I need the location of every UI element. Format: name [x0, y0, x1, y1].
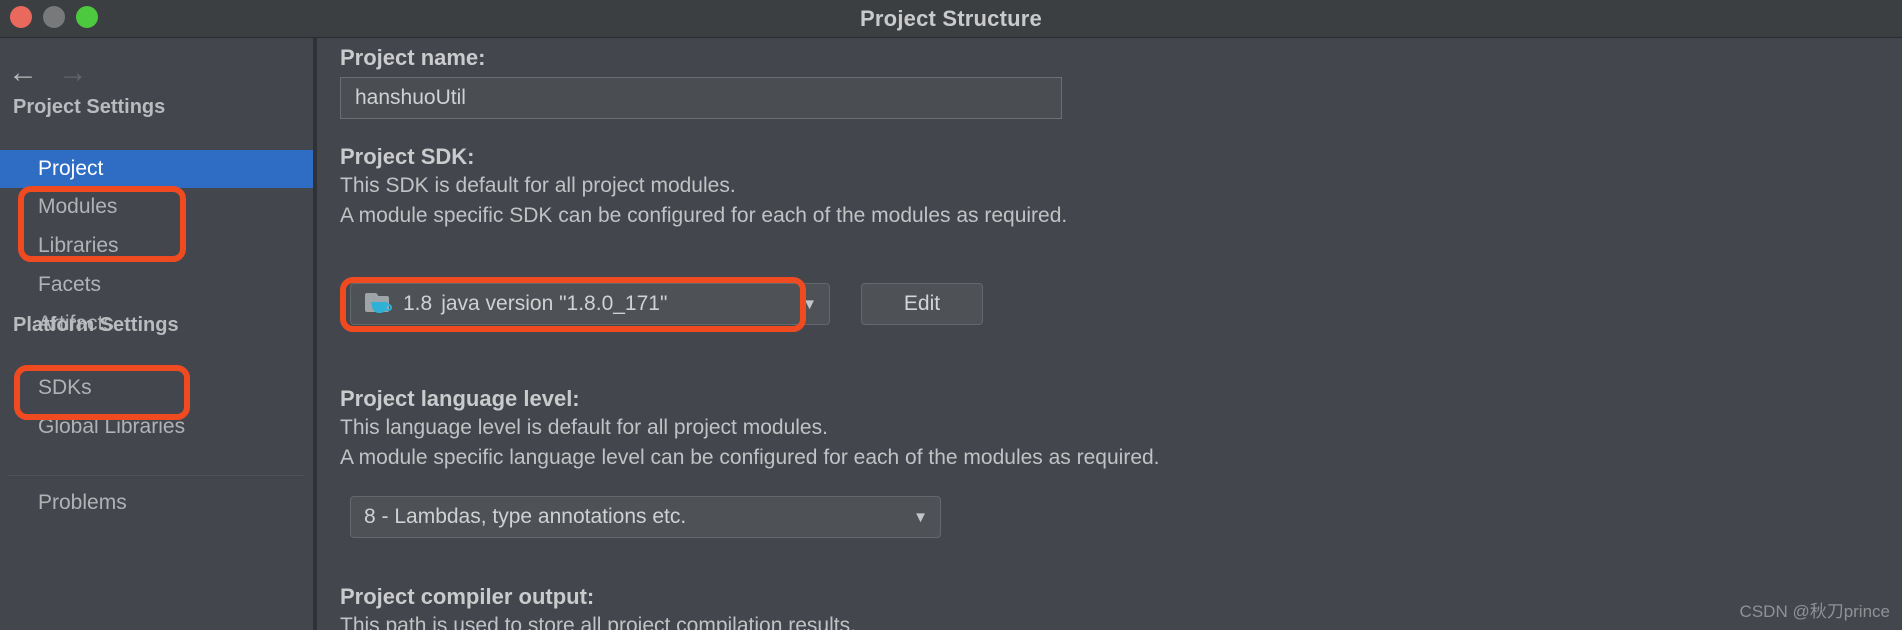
- sidebar-item-problems[interactable]: Problems: [0, 484, 313, 522]
- compiler-output-desc-line1: This path is used to store all project c…: [340, 614, 856, 630]
- back-arrow-icon[interactable]: ←: [6, 56, 40, 90]
- sidebar-item-sdks[interactable]: SDKs: [0, 369, 313, 407]
- sidebar-divider: [8, 475, 304, 476]
- project-settings-panel: Project name: hanshuoUtil Project SDK: T…: [317, 38, 1902, 630]
- project-compiler-output-label: Project compiler output:: [340, 584, 595, 609]
- language-level-desc-line2: A module specific language level can be …: [340, 446, 1160, 469]
- project-sdk-desc-line2: A module specific SDK can be configured …: [340, 204, 1068, 227]
- sidebar-item-libraries[interactable]: Libraries: [0, 227, 313, 265]
- project-language-level-label: Project language level:: [340, 386, 580, 411]
- forward-arrow-icon[interactable]: →: [56, 56, 90, 90]
- project-name-label: Project name:: [340, 45, 486, 70]
- title-bar: Project Structure: [0, 0, 1902, 38]
- edit-sdk-button[interactable]: Edit: [861, 283, 983, 325]
- project-sdk-label: Project SDK:: [340, 144, 475, 169]
- sidebar-item-global-libraries[interactable]: Global Libraries: [0, 408, 313, 446]
- chevron-down-icon[interactable]: ▼: [913, 510, 928, 525]
- project-sdk-selected-detail: java version "1.8.0_171": [441, 292, 668, 315]
- project-sdk-dropdown[interactable]: 1.8 java version "1.8.0_171" ▼: [350, 283, 830, 325]
- project-sdk-selected-version: 1.8: [403, 292, 433, 315]
- project-structure-window: Project Structure ← → Project Settings P…: [0, 0, 1902, 630]
- language-level-dropdown[interactable]: 8 - Lambdas, type annotations etc. ▼: [350, 496, 941, 538]
- settings-sidebar: ← → Project Settings Project Modules Lib…: [0, 38, 313, 630]
- chevron-down-icon[interactable]: ▼: [802, 297, 817, 312]
- sidebar-item-facets[interactable]: Facets: [0, 266, 313, 304]
- csdn-watermark: CSDN @秋刀prince: [1739, 602, 1890, 621]
- sidebar-item-modules[interactable]: Modules: [0, 188, 313, 226]
- navigation-arrows: ← →: [0, 48, 313, 98]
- sidebar-group-project-settings: Project Settings: [13, 96, 166, 118]
- window-title: Project Structure: [860, 6, 1042, 31]
- java-sdk-folder-icon: [364, 291, 394, 317]
- project-name-input[interactable]: hanshuoUtil: [340, 77, 1062, 119]
- project-sdk-desc-line1: This SDK is default for all project modu…: [340, 174, 736, 197]
- language-level-selected: 8 - Lambdas, type annotations etc.: [364, 505, 687, 528]
- sidebar-item-project[interactable]: Project: [0, 150, 313, 188]
- sidebar-group-platform-settings: Platform Settings: [13, 314, 179, 336]
- language-level-desc-line1: This language level is default for all p…: [340, 416, 828, 439]
